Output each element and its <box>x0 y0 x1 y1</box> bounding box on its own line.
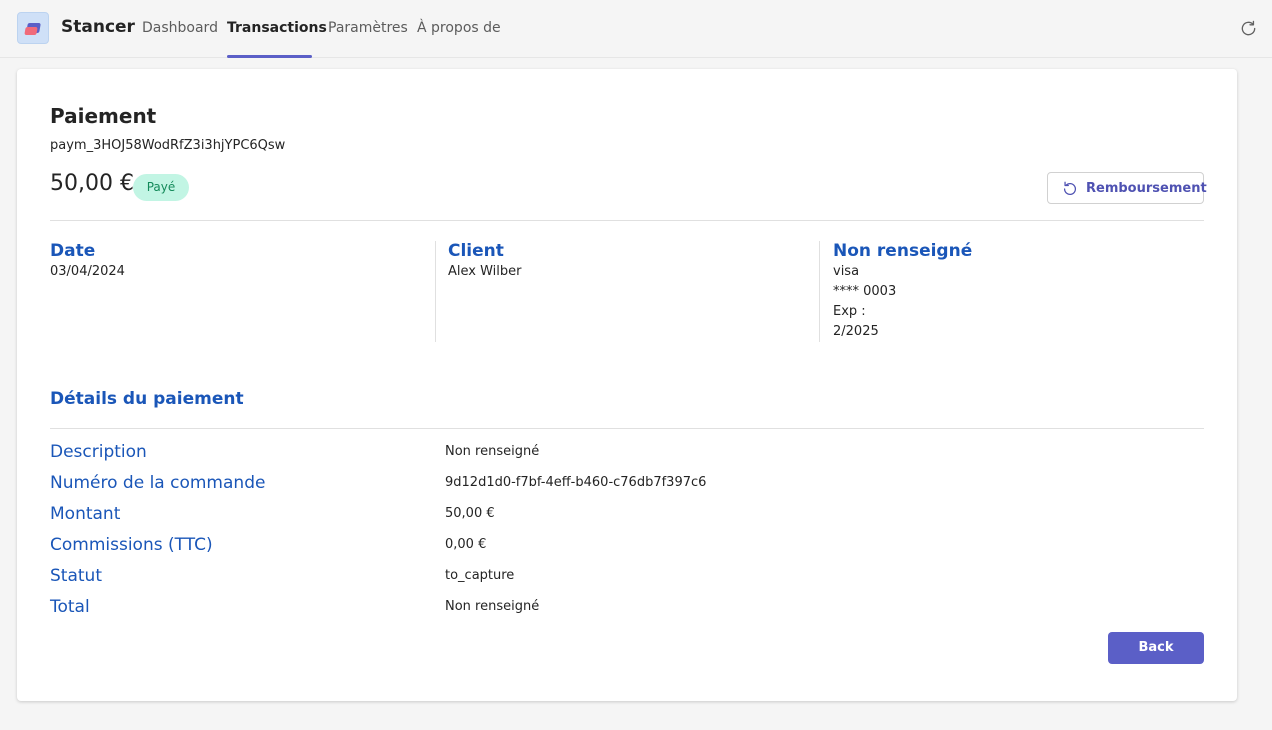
detail-label-order-number: Numéro de la commande <box>50 473 266 493</box>
detail-label-status: Statut <box>50 566 102 586</box>
detail-value-commissions: 0,00 € <box>445 537 487 552</box>
tab-parametres[interactable]: Paramètres <box>328 20 408 36</box>
detail-value-description: Non renseigné <box>445 444 540 459</box>
detail-value-order-number: 9d12d1d0-f7bf-4eff-b460-c76db7f397c6 <box>445 475 707 490</box>
refund-button[interactable]: Remboursement <box>1047 172 1207 204</box>
refund-button-label: Remboursement <box>1086 181 1207 196</box>
top-bar: Stancer Dashboard Transactions Paramètre… <box>0 0 1272 58</box>
card-exp-label: Exp : <box>833 304 866 319</box>
page-title: Paiement <box>50 104 157 128</box>
refund-icon <box>1063 181 1077 195</box>
detail-label-commissions: Commissions (TTC) <box>50 535 213 555</box>
client-title: Client <box>448 241 504 261</box>
stancer-logo-icon <box>17 12 49 44</box>
divider <box>50 428 1204 429</box>
refresh-icon[interactable] <box>1239 19 1258 38</box>
detail-label-amount: Montant <box>50 504 121 524</box>
detail-value-status: to_capture <box>445 568 515 583</box>
column-divider <box>819 241 820 342</box>
date-title: Date <box>50 241 96 261</box>
active-tab-indicator <box>227 55 312 58</box>
date-value: 03/04/2024 <box>50 264 125 279</box>
detail-value-amount: 50,00 € <box>445 506 495 521</box>
status-badge: Payé <box>133 174 189 201</box>
card-title: Non renseigné <box>833 241 973 261</box>
tab-dashboard[interactable]: Dashboard <box>142 20 218 36</box>
payment-card: Paiement paym_3HOJ58WodRfZ3i3hjYPC6Qsw 5… <box>17 69 1237 701</box>
payment-id: paym_3HOJ58WodRfZ3i3hjYPC6Qsw <box>50 138 286 153</box>
detail-label-total: Total <box>50 597 90 617</box>
back-button[interactable]: Back <box>1108 632 1204 664</box>
column-divider <box>435 241 436 342</box>
payment-amount: 50,00 € <box>50 171 134 196</box>
card-exp-value: 2/2025 <box>833 324 879 339</box>
app-name: Stancer <box>61 17 135 37</box>
client-value: Alex Wilber <box>448 264 522 279</box>
divider <box>50 220 1204 221</box>
detail-label-description: Description <box>50 442 147 462</box>
card-number: **** 0003 <box>833 284 897 299</box>
detail-value-total: Non renseigné <box>445 599 540 614</box>
card-brand: visa <box>833 264 860 279</box>
tab-a-propos[interactable]: À propos de <box>417 20 501 36</box>
details-title: Détails du paiement <box>50 389 244 409</box>
tab-transactions[interactable]: Transactions <box>227 20 327 36</box>
